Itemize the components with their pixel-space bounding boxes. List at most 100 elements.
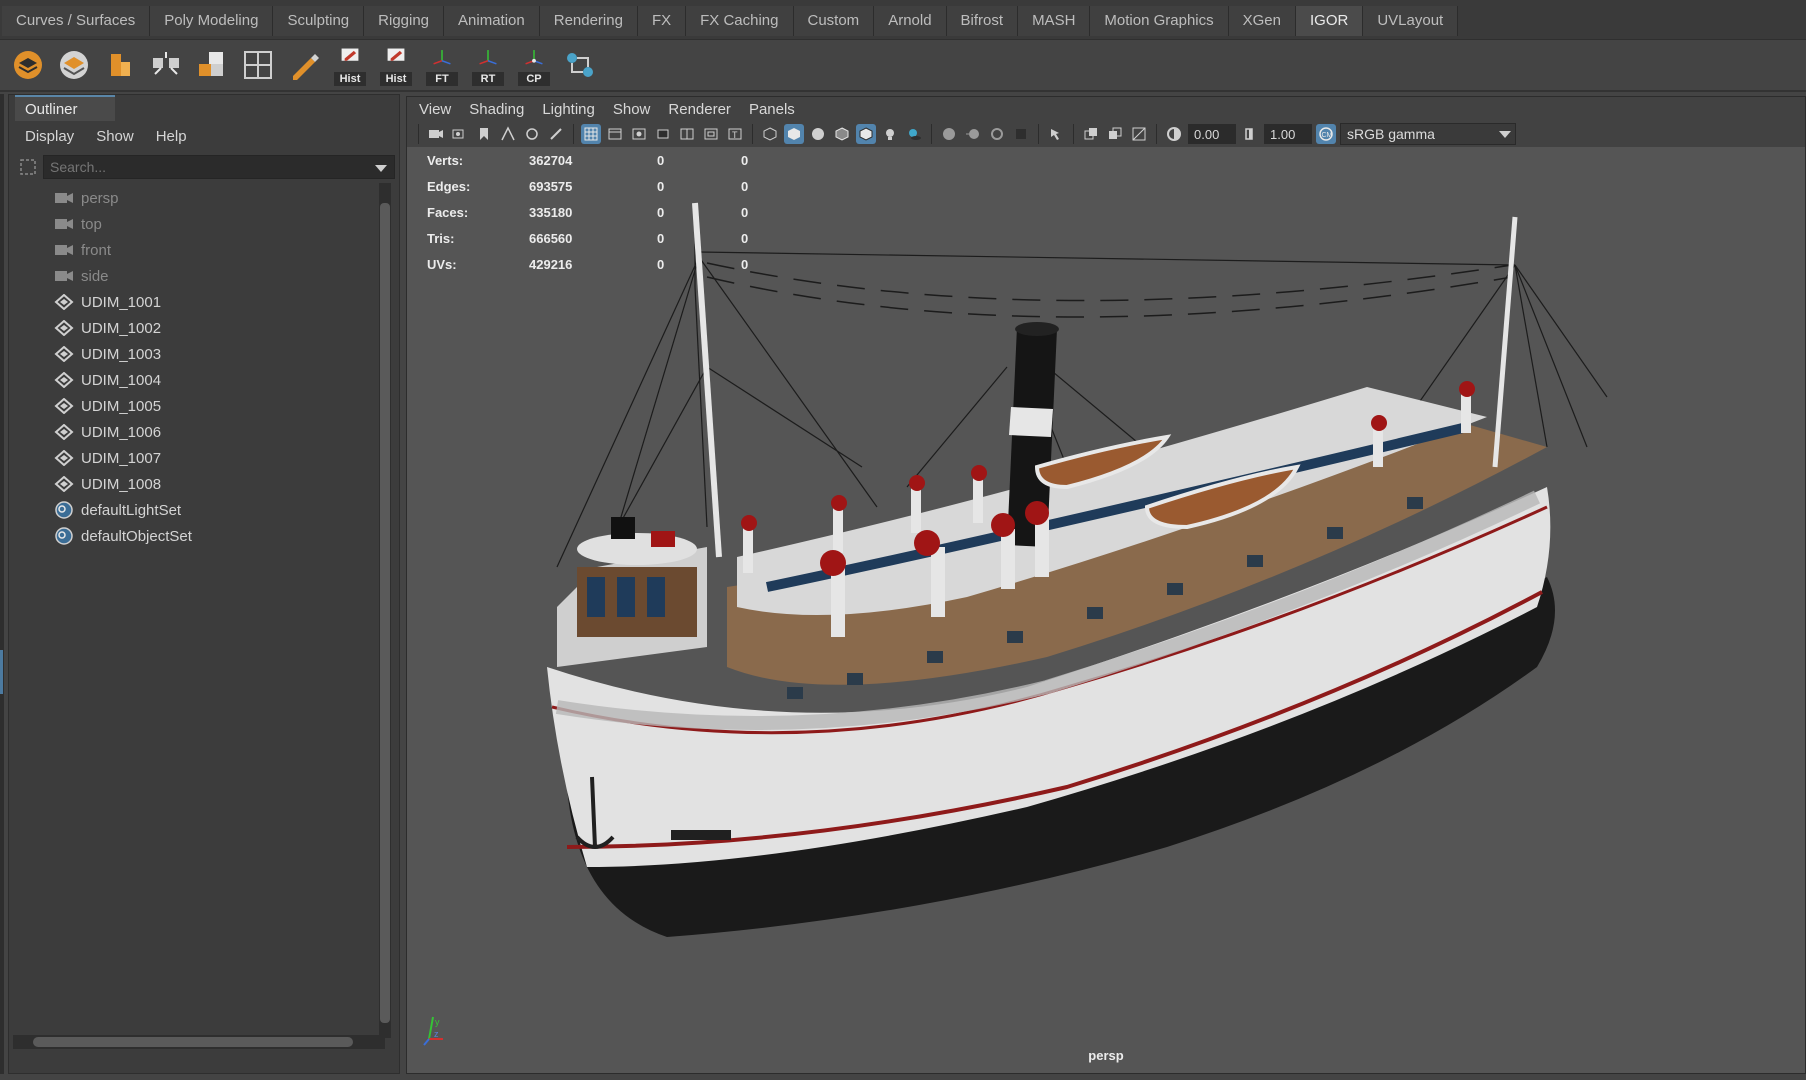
outliner-item-defaultlightset[interactable]: defaultLightSet xyxy=(53,497,373,523)
viewport-menu-panels[interactable]: Panels xyxy=(749,101,795,118)
color-management-icon[interactable]: CM xyxy=(1316,124,1336,144)
grease-pencil-icon[interactable] xyxy=(546,124,566,144)
viewport-menu-renderer[interactable]: Renderer xyxy=(668,101,731,118)
shelf-button-13[interactable] xyxy=(560,44,600,86)
shelf-button-10[interactable]: FT xyxy=(422,44,462,86)
xray-joints-icon[interactable] xyxy=(1129,124,1149,144)
shelf-button-9[interactable]: Hist xyxy=(376,44,416,86)
shelf-button-caption: CP xyxy=(518,72,550,86)
hud-label: UVs: xyxy=(427,256,457,272)
shelf-tab-xgen[interactable]: XGen xyxy=(1228,5,1296,36)
outliner-item-top[interactable]: top xyxy=(53,211,373,237)
exposure-field[interactable]: 0.00 xyxy=(1188,124,1236,144)
left-edge-marker[interactable] xyxy=(0,650,3,694)
outliner-item-udim-1003[interactable]: UDIM_1003 xyxy=(53,341,373,367)
outliner-item-udim-1001[interactable]: UDIM_1001 xyxy=(53,289,373,315)
gamma-field[interactable]: 1.00 xyxy=(1264,124,1312,144)
multisample-anti-aliasing-icon[interactable] xyxy=(987,124,1007,144)
scrollbar-thumb[interactable] xyxy=(380,203,390,1023)
viewport-menu-view[interactable]: View xyxy=(419,101,451,118)
shelf-tab-motion-graphics[interactable]: Motion Graphics xyxy=(1090,5,1229,36)
xray-active-components-icon[interactable] xyxy=(1105,124,1125,144)
field-chart-icon[interactable] xyxy=(677,124,697,144)
shelf-tab-curves-surfaces[interactable]: Curves / Surfaces xyxy=(2,5,151,36)
viewport-menu-shading[interactable]: Shading xyxy=(469,101,524,118)
bookmark-icon[interactable] xyxy=(474,124,494,144)
shelf-tab-poly-modeling[interactable]: Poly Modeling xyxy=(150,5,274,36)
shelf-tab-uvlayout[interactable]: UVLayout xyxy=(1363,5,1459,36)
select-camera-icon[interactable] xyxy=(426,124,446,144)
shelf-button-1[interactable] xyxy=(8,44,48,86)
shelf-button-12[interactable]: CP xyxy=(514,44,554,86)
chevron-down-icon[interactable] xyxy=(375,165,387,172)
wireframe-on-shaded-icon[interactable] xyxy=(832,124,852,144)
screen-space-ambient-occlusion-icon[interactable] xyxy=(939,124,959,144)
motion-blur-icon[interactable] xyxy=(963,124,983,144)
shadows-icon[interactable] xyxy=(904,124,924,144)
viewport-menu-show[interactable]: Show xyxy=(613,101,651,118)
grid-toggle-icon[interactable] xyxy=(581,124,601,144)
outliner-item-udim-1005[interactable]: UDIM_1005 xyxy=(53,393,373,419)
shelf-button-6[interactable] xyxy=(238,44,278,86)
outliner-menu-show[interactable]: Show xyxy=(96,128,134,145)
shelf-tab-igor[interactable]: IGOR xyxy=(1295,5,1364,36)
outliner-menu-help[interactable]: Help xyxy=(156,128,187,145)
outliner-item-defaultobjectset[interactable]: defaultObjectSet xyxy=(53,523,373,549)
outliner-search-input[interactable] xyxy=(43,155,395,179)
color-space-dropdown[interactable]: sRGB gamma xyxy=(1340,123,1516,145)
shelf-button-3[interactable] xyxy=(100,44,140,86)
outliner-item-udim-1002[interactable]: UDIM_1002 xyxy=(53,315,373,341)
shelf-tab-custom[interactable]: Custom xyxy=(793,5,875,36)
depth-of-field-icon[interactable] xyxy=(1011,124,1031,144)
history-edit-icon xyxy=(381,48,411,73)
viewport-canvas[interactable]: Verts: 362704 0 0 Edges: 693575 0 0 Faces: 335180… xyxy=(407,147,1805,1073)
resolution-gate-icon[interactable] xyxy=(629,124,649,144)
image-plane-icon[interactable] xyxy=(498,124,518,144)
outliner-vertical-scrollbar[interactable] xyxy=(379,183,391,1038)
safe-action-icon[interactable] xyxy=(701,124,721,144)
shelf-button-4[interactable] xyxy=(146,44,186,86)
shelf-button-2[interactable] xyxy=(54,44,94,86)
scrollbar-thumb[interactable] xyxy=(33,1037,353,1047)
gamma-icon[interactable] xyxy=(1240,124,1260,144)
filter-icon[interactable] xyxy=(13,152,43,182)
shelf-tab-mash[interactable]: MASH xyxy=(1018,5,1091,36)
shelf-button-8[interactable]: Hist xyxy=(330,44,370,86)
shelf-tab-arnold[interactable]: Arnold xyxy=(874,5,947,36)
history-edit-icon xyxy=(335,48,365,73)
viewport-menu-lighting[interactable]: Lighting xyxy=(542,101,595,118)
shelf-tab-rigging[interactable]: Rigging xyxy=(364,5,445,36)
shelf-tab-sculpting[interactable]: Sculpting xyxy=(273,5,365,36)
camera-attributes-icon[interactable] xyxy=(450,124,470,144)
outliner-title-tab[interactable]: Outliner xyxy=(15,95,115,121)
wireframe-icon[interactable] xyxy=(760,124,780,144)
shelf-tab-rendering[interactable]: Rendering xyxy=(539,5,638,36)
outliner-item-side[interactable]: side xyxy=(53,263,373,289)
shelf-button-11[interactable]: RT xyxy=(468,44,508,86)
film-gate-icon[interactable] xyxy=(605,124,625,144)
isolate-select-icon[interactable] xyxy=(1046,124,1066,144)
shelf-tab-animation[interactable]: Animation xyxy=(444,5,540,36)
smooth-shade-icon[interactable] xyxy=(784,124,804,144)
shelf-tab-fx[interactable]: FX xyxy=(637,5,687,36)
safe-title-icon[interactable]: T xyxy=(725,124,745,144)
outliner-menu-display[interactable]: Display xyxy=(25,128,74,145)
exposure-icon[interactable] xyxy=(1164,124,1184,144)
two-d-pan-zoom-icon[interactable] xyxy=(522,124,542,144)
outliner-item-udim-1007[interactable]: UDIM_1007 xyxy=(53,445,373,471)
outliner-item-persp[interactable]: persp xyxy=(53,185,373,211)
outliner-item-udim-1004[interactable]: UDIM_1004 xyxy=(53,367,373,393)
shelf-button-5[interactable] xyxy=(192,44,232,86)
default-material-icon[interactable] xyxy=(808,124,828,144)
xray-icon[interactable] xyxy=(1081,124,1101,144)
textured-icon[interactable] xyxy=(856,124,876,144)
shelf-button-7[interactable] xyxy=(284,44,324,86)
shelf-tab-bifrost[interactable]: Bifrost xyxy=(946,5,1019,36)
use-all-lights-icon[interactable] xyxy=(880,124,900,144)
outliner-item-udim-1008[interactable]: UDIM_1008 xyxy=(53,471,373,497)
outliner-item-front[interactable]: front xyxy=(53,237,373,263)
outliner-horizontal-scrollbar[interactable] xyxy=(13,1035,385,1049)
shelf-tab-fx-caching[interactable]: FX Caching xyxy=(686,5,794,36)
outliner-item-udim-1006[interactable]: UDIM_1006 xyxy=(53,419,373,445)
gate-mask-icon[interactable] xyxy=(653,124,673,144)
